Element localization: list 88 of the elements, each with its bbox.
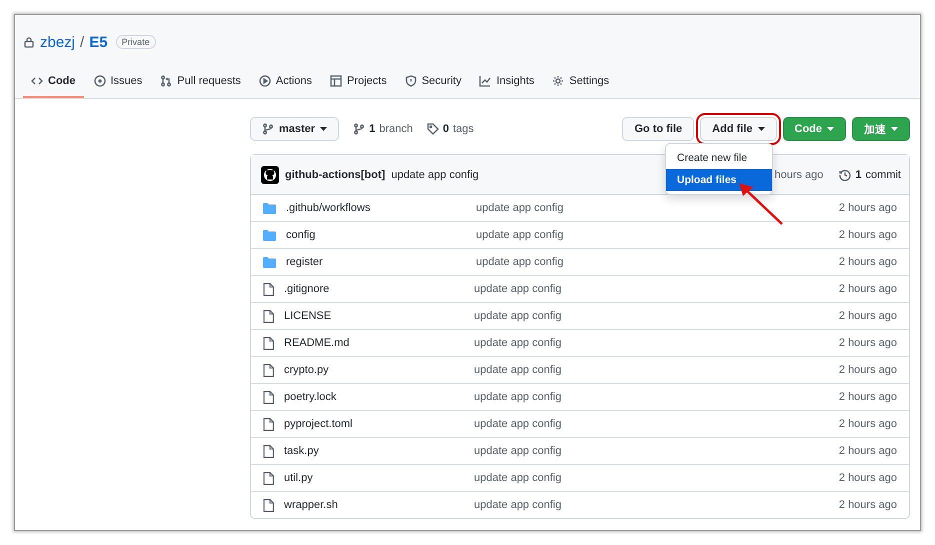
toolbar-button[interactable]: Go to file: [622, 117, 694, 141]
nav-tab[interactable]: Issues: [86, 67, 150, 98]
commit-time: 2 hours ago: [838, 418, 897, 430]
commit-message-link[interactable]: update app config: [474, 472, 839, 484]
code-icon: [31, 75, 43, 87]
commit-time: hours ago: [774, 168, 824, 180]
commit-time: 2 hours ago: [838, 472, 897, 484]
file-name-link[interactable]: util.py: [284, 472, 474, 484]
branch-select-button[interactable]: master: [250, 117, 340, 141]
commit-message-link[interactable]: update app config: [474, 310, 839, 322]
gear-icon: [552, 75, 564, 87]
menu-item[interactable]: Upload files: [666, 169, 772, 191]
file-name-link[interactable]: LICENSE: [284, 310, 474, 322]
file-icon: [263, 310, 274, 322]
file-name-link[interactable]: crypto.py: [284, 364, 474, 376]
file-icon: [263, 498, 274, 512]
branch-icon: [262, 123, 274, 135]
nav-tab[interactable]: Pull requests: [152, 67, 249, 98]
nav-tab[interactable]: Insights: [471, 67, 542, 98]
issue-icon: [94, 75, 106, 87]
commit-time: 2 hours ago: [838, 364, 897, 376]
nav-tab[interactable]: Projects: [322, 67, 395, 98]
file-icon: [263, 418, 274, 430]
commits-link[interactable]: 1 commit: [839, 168, 901, 180]
commit-author[interactable]: github-actions[bot]: [285, 168, 386, 180]
commit-time: 2 hours ago: [838, 229, 897, 241]
history-icon: [839, 168, 852, 180]
caret-icon: [758, 127, 764, 131]
folder-icon: [263, 230, 276, 240]
file-icon: [263, 472, 274, 484]
file-name-link[interactable]: task.py: [284, 445, 474, 457]
commit-time: 2 hours ago: [838, 310, 897, 322]
commit-message-link[interactable]: update app config: [474, 364, 839, 376]
file-name-link[interactable]: .github/workflows: [286, 202, 476, 214]
path-separator: /: [80, 34, 84, 50]
commit-time: 2 hours ago: [838, 391, 897, 403]
folder-icon: [263, 256, 276, 268]
tags-link[interactable]: 0 tags: [426, 123, 474, 135]
file-icon: [263, 390, 274, 404]
commit-time: 2 hours ago: [838, 499, 897, 511]
github-avatar-icon: [261, 166, 279, 184]
file-name-link[interactable]: wrapper.sh: [284, 499, 474, 511]
file-name-link[interactable]: poetry.lock: [284, 391, 474, 403]
commit-message-link[interactable]: update app config: [474, 499, 839, 511]
commit-time: 2 hours ago: [838, 202, 897, 214]
commit-message-link[interactable]: update app config: [476, 202, 839, 214]
commit-message-link[interactable]: update app config: [474, 283, 839, 295]
branch-icon: [353, 123, 366, 135]
owner-link[interactable]: zbezj: [40, 34, 76, 50]
commit-message-link[interactable]: update app config: [474, 445, 839, 457]
commit-time: 2 hours ago: [838, 256, 897, 268]
commit-message-link[interactable]: update app config: [474, 418, 839, 430]
shield-icon: [404, 75, 417, 87]
file-name-link[interactable]: register: [286, 256, 476, 268]
file-icon: [263, 364, 274, 376]
caret-icon: [827, 127, 834, 131]
play-icon: [258, 75, 271, 87]
file-icon: [263, 336, 274, 350]
file-name-link[interactable]: pyproject.toml: [284, 418, 474, 430]
file-icon: [263, 444, 274, 458]
commit-message-link[interactable]: update app config: [474, 391, 839, 403]
visibility-label: Private: [116, 35, 156, 49]
nav-tab[interactable]: Code: [23, 67, 84, 98]
repo-name-link[interactable]: E5: [89, 34, 108, 50]
commit-time: 2 hours ago: [838, 283, 897, 295]
nav-tab[interactable]: Settings: [544, 67, 618, 98]
file-name-link[interactable]: .gitignore: [284, 283, 474, 295]
file-name-link[interactable]: config: [286, 229, 476, 241]
commit-message[interactable]: update app config: [391, 168, 479, 180]
nav-tab[interactable]: Security: [396, 67, 470, 98]
commit-message-link[interactable]: update app config: [476, 256, 839, 268]
pull-request-icon: [160, 75, 172, 87]
branches-link[interactable]: 1 branch: [353, 123, 413, 135]
folder-icon: [263, 202, 276, 214]
commit-message-link[interactable]: update app config: [474, 337, 839, 349]
caret-icon: [320, 127, 328, 131]
file-icon: [263, 282, 274, 296]
menu-item[interactable]: Create new file: [666, 147, 772, 169]
graph-icon: [479, 75, 492, 87]
commit-time: 2 hours ago: [838, 445, 897, 457]
lock-icon: [23, 36, 35, 48]
nav-tab[interactable]: Actions: [250, 67, 320, 98]
file-name-link[interactable]: README.md: [284, 337, 474, 349]
tag-icon: [426, 123, 439, 135]
commit-message-link[interactable]: update app config: [476, 229, 839, 241]
table-icon: [330, 75, 342, 87]
caret-icon: [891, 127, 898, 131]
commit-time: 2 hours ago: [838, 337, 897, 349]
